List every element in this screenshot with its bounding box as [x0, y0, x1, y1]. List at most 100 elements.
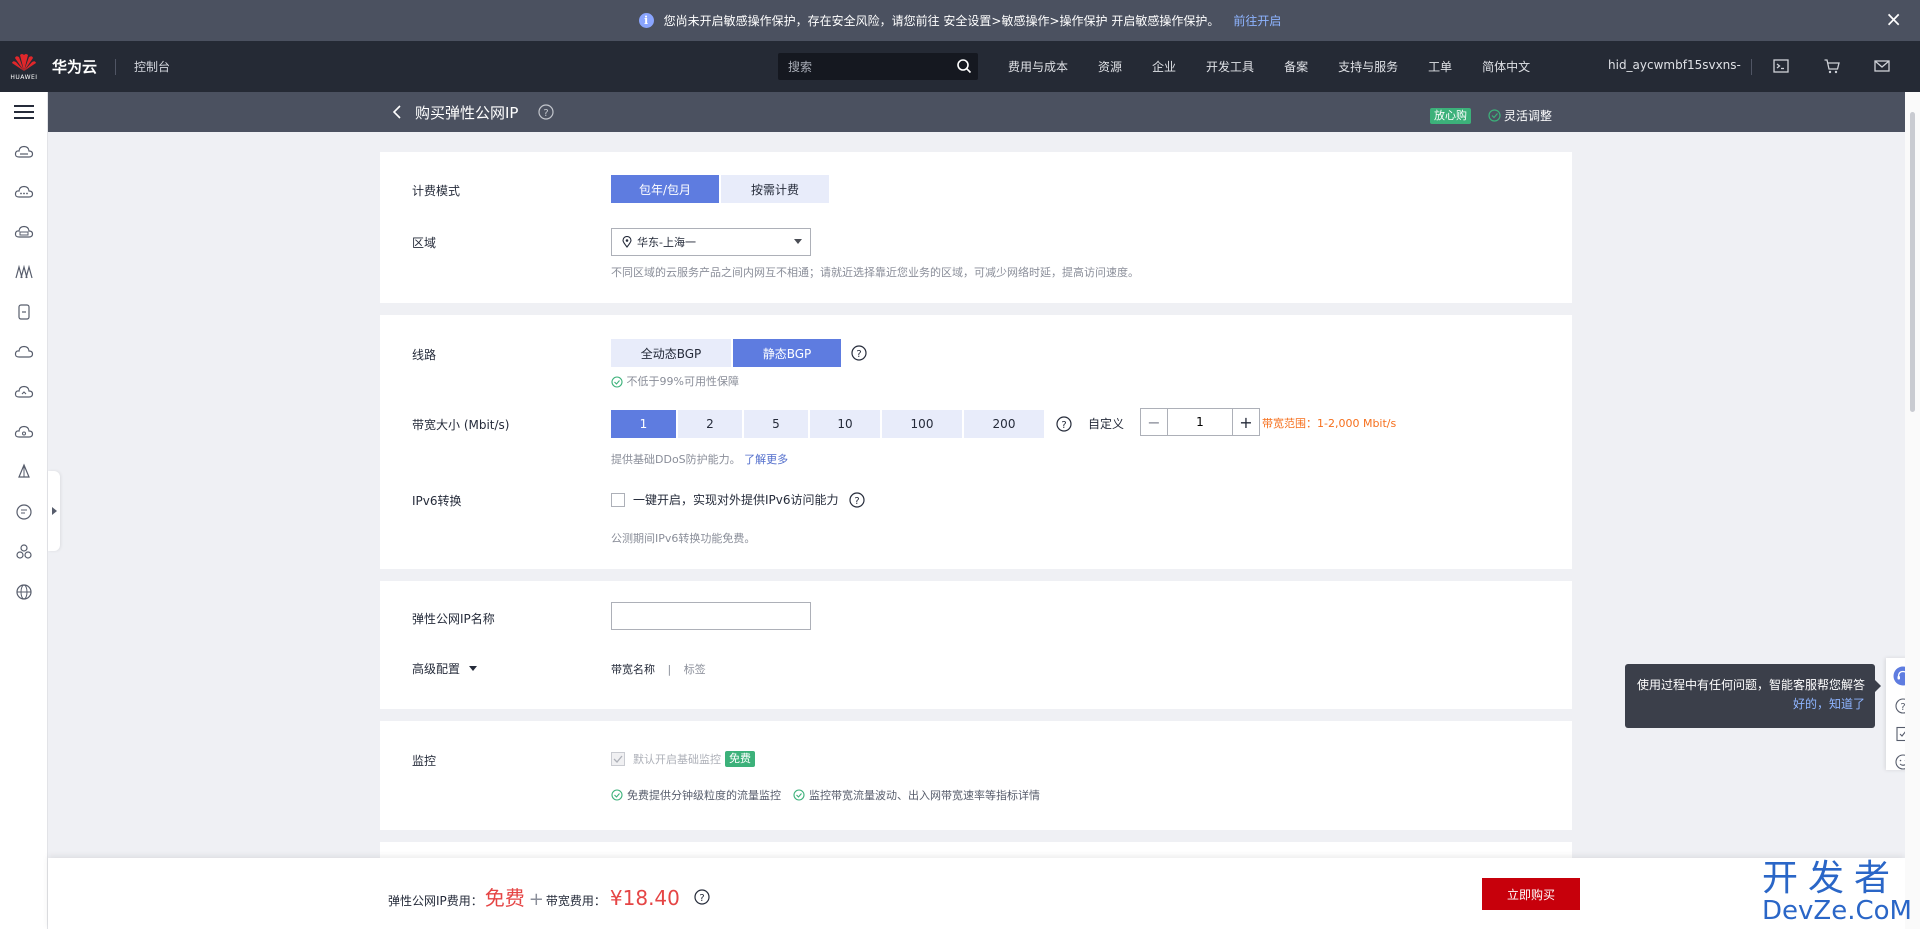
- buy-now-button[interactable]: 立即购买: [1482, 878, 1580, 910]
- region-hint: 不同区域的云服务产品之间内网互不相通；请就近选择靠近您业务的区域，可减少网络时延…: [611, 266, 1139, 279]
- billing-yearly-monthly[interactable]: 包年/包月: [611, 175, 719, 203]
- nav-enterprise[interactable]: 企业: [1152, 58, 1176, 75]
- back-arrow-icon[interactable]: [388, 102, 408, 122]
- mail-icon[interactable]: [1873, 57, 1891, 75]
- menu-icon[interactable]: [0, 92, 48, 132]
- cloud-upload-icon[interactable]: [0, 372, 48, 412]
- availability-text: 不低于99%可用性保障: [626, 375, 739, 388]
- check-circle-icon: [1488, 109, 1501, 122]
- line-type-group: 全动态BGP 静态BGP: [611, 339, 843, 367]
- cloud-icon[interactable]: [0, 332, 48, 372]
- nav-cost[interactable]: 费用与成本: [1008, 58, 1068, 75]
- region-select[interactable]: 华东-上海一: [611, 228, 811, 256]
- billing-on-demand[interactable]: 按需计费: [721, 175, 829, 203]
- cloud-server-icon[interactable]: [0, 132, 48, 172]
- global-search[interactable]: [778, 53, 978, 80]
- bandwidth-label: 带宽大小 (Mbit/s): [412, 418, 510, 432]
- advanced-config-label: 高级配置: [412, 662, 461, 676]
- cluster-icon[interactable]: [0, 532, 48, 572]
- brand-name[interactable]: 华为云: [52, 56, 97, 77]
- price-help-icon[interactable]: ?: [694, 888, 710, 905]
- ipv6-help-icon[interactable]: ?: [848, 491, 865, 508]
- bandwidth-5[interactable]: 5: [744, 410, 808, 438]
- sidebar-expand-handle[interactable]: [48, 471, 60, 551]
- chevron-right-icon: [52, 507, 57, 515]
- nav-tickets[interactable]: 工单: [1428, 58, 1452, 75]
- page-title: 购买弹性公网IP: [415, 104, 519, 122]
- ipv6-hint: 公测期间IPv6转换功能免费。: [611, 532, 756, 545]
- bandwidth-help-icon[interactable]: ?: [1056, 416, 1072, 432]
- page-scrollbar[interactable]: [1905, 92, 1920, 929]
- database-icon[interactable]: [0, 292, 48, 332]
- cart-icon[interactable]: [1823, 57, 1841, 75]
- line-full-dynamic-bgp[interactable]: 全动态BGP: [611, 339, 731, 367]
- ai-icon[interactable]: [0, 452, 48, 492]
- ipv6-label: IPv6转换: [412, 494, 462, 508]
- console-link[interactable]: 控制台: [134, 58, 170, 75]
- nav-icp[interactable]: 备案: [1284, 58, 1308, 75]
- terminal-icon[interactable]: [1772, 57, 1790, 75]
- plus-icon[interactable]: +: [1233, 409, 1259, 435]
- bandwidth-fee-value: ¥18.40: [609, 886, 680, 910]
- svg-text:?: ?: [854, 496, 859, 507]
- next-card-partial: [380, 842, 1572, 858]
- help-icon[interactable]: ?: [538, 104, 554, 120]
- region-label: 区域: [412, 236, 437, 250]
- eip-name-input[interactable]: [611, 602, 811, 630]
- tooltip-dismiss-link[interactable]: 好的，知道了: [1635, 695, 1865, 712]
- check-circle-icon: [793, 789, 805, 801]
- huawei-logo[interactable]: HUAWEI: [0, 41, 48, 92]
- bandwidth-input[interactable]: [1167, 409, 1233, 435]
- search-icon[interactable]: [956, 58, 972, 74]
- top-header: HUAWEI 华为云 控制台 费用与成本 资源 企业 开发工具 备案 支持与服务…: [0, 41, 1920, 92]
- location-pin-icon: [622, 236, 632, 248]
- line-static-bgp[interactable]: 静态BGP: [733, 339, 841, 367]
- nav-support[interactable]: 支持与服务: [1338, 58, 1398, 75]
- search-input[interactable]: [788, 59, 948, 74]
- security-warning-banner: i 您尚未开启敏感操作保护，存在安全风险，请您前往 安全设置>敏感操作>操作保护…: [0, 0, 1920, 41]
- nav-language[interactable]: 简体中文: [1482, 58, 1530, 75]
- line-help-icon[interactable]: ?: [851, 345, 867, 361]
- bandwidth-name-item: 带宽名称: [611, 663, 655, 676]
- page-title-bar: 购买弹性公网IP ? 放心购 灵活调整: [48, 92, 1905, 132]
- globe-icon[interactable]: [0, 572, 48, 612]
- tooltip-text: 使用过程中有任何问题，智能客服帮您解答: [1636, 678, 1865, 692]
- flex-adjust-text: 灵活调整: [1504, 109, 1553, 123]
- bandwidth-fee-label: 带宽费用：: [545, 894, 606, 908]
- cloud-security-icon[interactable]: [0, 412, 48, 452]
- network-icon[interactable]: [0, 252, 48, 292]
- svg-text:?: ?: [856, 349, 861, 360]
- scroll-thumb[interactable]: [1910, 112, 1915, 412]
- user-account[interactable]: hid_aycwmbf15svxns-: [1608, 58, 1741, 72]
- tags-item: 标签: [683, 663, 706, 676]
- header-nav: 费用与成本 资源 企业 开发工具 备案 支持与服务 工单 简体中文: [1008, 41, 1560, 92]
- bandwidth-range: 带宽范围：1-2,000 Mbit/s: [1262, 417, 1397, 430]
- analytics-icon[interactable]: [0, 492, 48, 532]
- enable-protection-link[interactable]: 前往开启: [1233, 12, 1281, 29]
- name-card: 弹性公网IP名称 高级配置 带宽名称 | 标签: [380, 581, 1572, 709]
- advanced-config-toggle[interactable]: 高级配置: [412, 660, 478, 677]
- header-divider-2: [1751, 59, 1752, 75]
- advanced-config-items: 带宽名称 | 标签: [611, 661, 706, 677]
- monitor-feature-2: 监控带宽流量波动、出入网带宽速率等指标详情: [809, 789, 1040, 802]
- bandwidth-2[interactable]: 2: [678, 410, 742, 438]
- ddos-hint: 提供基础DDoS防护能力。 了解更多: [611, 451, 788, 467]
- learn-more-link[interactable]: 了解更多: [744, 453, 788, 466]
- cloud-container-icon[interactable]: [0, 172, 48, 212]
- svg-text:?: ?: [699, 893, 704, 904]
- bandwidth-100[interactable]: 100: [882, 410, 962, 438]
- nav-dev-tools[interactable]: 开发工具: [1206, 58, 1254, 75]
- nav-resources[interactable]: 资源: [1098, 58, 1122, 75]
- default-monitor-option: 默认开启基础监控 免费: [611, 751, 755, 767]
- bandwidth-200[interactable]: 200: [964, 410, 1044, 438]
- close-icon[interactable]: ×: [1885, 8, 1902, 30]
- huawei-logo-icon: [12, 54, 36, 71]
- ipv6-checkbox[interactable]: [611, 492, 625, 507]
- ipv6-option-text[interactable]: 一键开启，实现对外提供IPv6访问能力: [633, 491, 839, 508]
- bandwidth-10[interactable]: 10: [810, 410, 880, 438]
- minus-icon[interactable]: −: [1141, 409, 1167, 435]
- header-divider: [115, 58, 117, 75]
- bandwidth-1[interactable]: 1: [611, 410, 676, 438]
- assistant-tooltip: 使用过程中有任何问题，智能客服帮您解答 好的，知道了: [1625, 664, 1881, 728]
- cloud-storage-icon[interactable]: [0, 212, 48, 252]
